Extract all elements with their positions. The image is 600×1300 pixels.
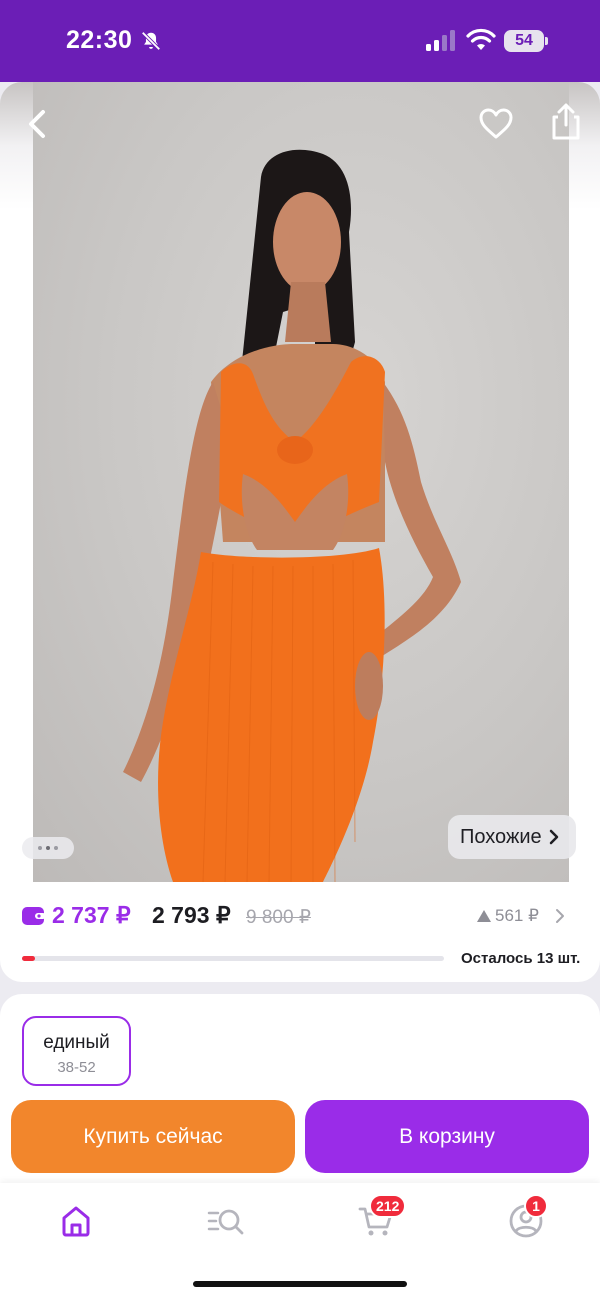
bell-muted-icon (141, 31, 161, 51)
model-in-dress-illustration (123, 149, 461, 882)
page-dot-active (46, 846, 50, 850)
favorite-heart-icon[interactable] (474, 102, 518, 146)
home-indicator (193, 1281, 407, 1287)
buy-now-button[interactable]: Купить сейчас (11, 1100, 295, 1173)
old-price: 9 800 ₽ (246, 907, 311, 928)
status-bar: 22:30 54 (0, 0, 600, 82)
share-icon[interactable] (544, 100, 588, 144)
battery-icon: 54 (504, 30, 548, 52)
current-price: 2 793 ₽ (152, 902, 231, 928)
similar-products-button[interactable]: Похожие (448, 815, 576, 859)
size-name: единый (43, 1032, 110, 1053)
stock-progress-bar (22, 956, 444, 961)
price-card (0, 882, 600, 982)
cellular-signal-icon (426, 30, 455, 51)
battery-level: 54 (504, 30, 544, 52)
wallet-price: 2 737 ₽ (52, 902, 131, 928)
stock-remaining-label: Осталось 13 шт. (461, 950, 581, 967)
back-chevron-icon[interactable] (16, 102, 60, 146)
similar-label: Похожие (460, 825, 542, 848)
chevron-right-icon (549, 829, 558, 845)
size-range: 38-52 (57, 1059, 96, 1076)
page-dot (38, 846, 42, 850)
catalog-search-icon[interactable] (206, 1201, 246, 1241)
price-up-triangle-icon (477, 910, 491, 922)
page-dot (54, 846, 58, 850)
chevron-right-icon[interactable] (553, 905, 567, 927)
cart-count-badge: 212 (369, 1194, 407, 1218)
product-photo[interactable] (33, 82, 569, 882)
price-delta[interactable]: 561 ₽ (477, 906, 539, 926)
gallery-page-indicator (22, 837, 74, 859)
status-time: 22:30 (66, 26, 133, 54)
wifi-icon (466, 28, 496, 50)
stock-progress-fill (22, 956, 35, 961)
price-delta-value: 561 ₽ (495, 906, 539, 925)
profile-notification-badge: 1 (524, 1194, 548, 1218)
product-gallery[interactable]: Похожие (0, 82, 600, 882)
size-option-selected[interactable]: единый 38-52 (22, 1016, 131, 1086)
add-to-cart-button[interactable]: В корзину (305, 1100, 589, 1173)
wallet-icon (22, 907, 46, 925)
home-icon[interactable] (56, 1201, 96, 1241)
